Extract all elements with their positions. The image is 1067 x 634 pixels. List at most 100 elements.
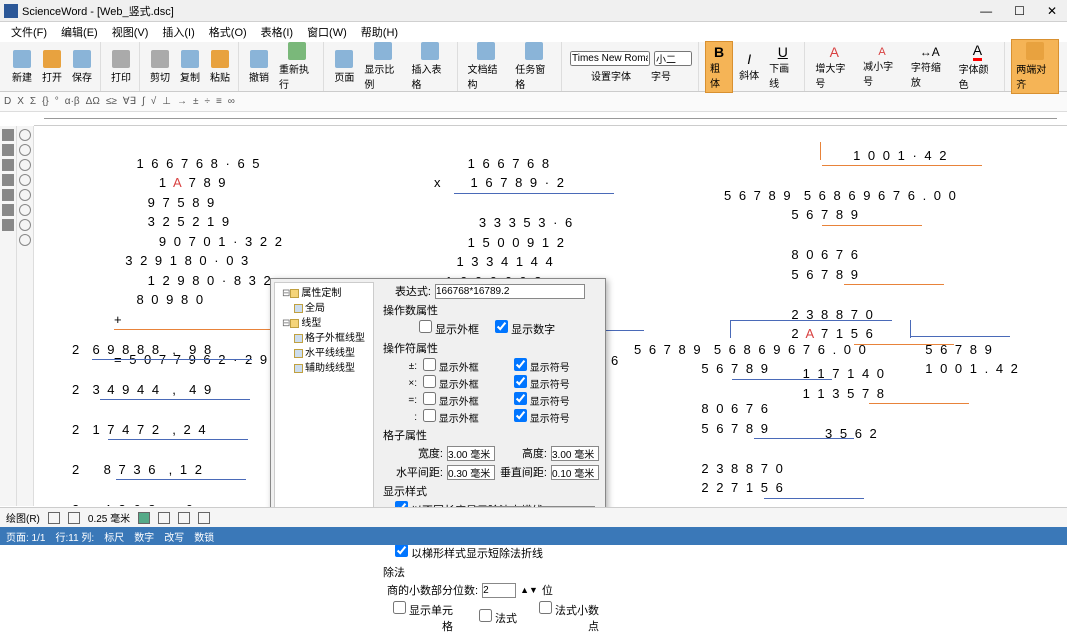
horizontal-ruler[interactable] [34,112,1067,126]
chk-eq-outer[interactable] [423,392,436,405]
italic-button[interactable]: I斜体 [735,49,763,84]
expr-input[interactable] [435,284,585,299]
sym-item[interactable]: D [4,96,11,107]
tool-x2[interactable] [2,204,14,216]
copy-button[interactable]: 复制 [176,48,204,86]
chk-mul-sym[interactable] [514,375,527,388]
tool-poly[interactable] [19,159,31,171]
close-button[interactable]: ✕ [1041,4,1063,18]
chk-col-sym[interactable] [514,409,527,422]
sym-item[interactable]: √ [151,96,157,107]
vspace-input[interactable] [551,465,599,480]
draw-tool[interactable] [138,512,150,524]
chk-eq-sym[interactable] [514,392,527,405]
ratio-button[interactable]: 显示比例 [360,40,405,93]
bigger-button[interactable]: A增大字号 [811,42,857,92]
chk-show-digits[interactable] [495,320,508,333]
menu-view[interactable]: 视图(V) [107,22,154,42]
sym-item[interactable]: ÷ [204,96,210,107]
tool-arc[interactable] [19,174,31,186]
taskpane-button[interactable]: 任务窗格 [511,40,557,93]
status-num[interactable]: 数字 [134,529,154,544]
pagesetup-button[interactable]: 页面 [330,48,358,86]
tree-global[interactable]: 全局 [278,301,370,316]
draw-tool[interactable] [198,512,210,524]
struct-button[interactable]: 文档结构 [464,40,510,93]
tool-ellipse[interactable] [19,144,31,156]
underline-button[interactable]: U下画线 [765,42,800,92]
cut-button[interactable]: 剪切 [146,48,174,86]
font-size-input[interactable] [654,51,692,66]
tool-rect[interactable] [2,144,14,156]
tree-horizontal-line[interactable]: 水平线线型 [278,346,370,361]
chk-show-cell[interactable] [393,601,406,614]
maximize-button[interactable]: ☐ [1008,4,1031,18]
charscale-button[interactable]: ↔A字符缩放 [907,43,953,91]
draw-tool[interactable] [178,512,190,524]
draw-menu[interactable]: 绘图(R) [6,510,40,525]
sym-item[interactable]: ∞ [228,96,235,107]
tool-angle[interactable] [19,204,31,216]
sym-item[interactable]: ≡ [216,96,222,107]
sym-item[interactable]: ≤≥ [106,96,117,107]
chk-col-outer[interactable] [423,409,436,422]
menu-window[interactable]: 窗口(W) [302,22,352,42]
tree-grid-outer-line[interactable]: 格子外框线型 [278,331,370,346]
print-button[interactable]: 打印 [107,48,135,86]
sym-item[interactable]: ∀∃ [123,96,136,107]
tree-linetype[interactable]: ⊟线型 [278,316,370,331]
height-input[interactable] [551,446,599,461]
chk-show-outer[interactable] [419,320,432,333]
status-ruler[interactable]: 标尺 [104,529,124,544]
save-button[interactable]: 保存 [68,48,96,86]
menu-insert[interactable]: 插入(I) [157,22,199,42]
font-family-input[interactable] [570,51,650,66]
tool-ch[interactable] [2,189,14,201]
status-ins[interactable]: 改写 [164,529,184,544]
menu-edit[interactable]: 编辑(E) [56,22,103,42]
color-button[interactable]: A字体颜色 [955,40,1001,93]
hspace-input[interactable] [447,465,495,480]
sym-item[interactable]: {} [42,96,49,107]
tool-x1[interactable] [2,219,14,231]
draw-tool[interactable] [68,512,80,524]
justify-button[interactable]: 两端对齐 [1011,39,1059,94]
tree-customize[interactable]: ⊟属性定制 [278,286,370,301]
status-lock[interactable]: 数锁 [194,529,214,544]
paste-button[interactable]: 粘贴 [206,48,234,86]
tool-line[interactable] [2,129,14,141]
tool-curve[interactable] [19,189,31,201]
minimize-button[interactable]: — [974,4,998,18]
tool-sq[interactable] [19,234,31,246]
draw-tool[interactable] [48,512,60,524]
menu-format[interactable]: 格式(O) [204,22,252,42]
menu-file[interactable]: 文件(F) [6,22,52,42]
sym-item[interactable]: → [177,96,187,107]
undo-button[interactable]: 撤销 [245,48,273,86]
tool-pen[interactable] [2,159,14,171]
insert-table-button[interactable]: 插入表格 [407,40,452,93]
sym-item[interactable]: Σ [30,96,36,107]
tool-shape[interactable] [19,219,31,231]
new-button[interactable]: 新建 [8,48,36,86]
dec-places-input[interactable] [482,583,516,598]
sym-item[interactable]: ± [193,96,199,107]
draw-tool[interactable] [158,512,170,524]
chk-pm-outer[interactable] [423,358,436,371]
tree-guide-line[interactable]: 辅助线线型 [278,361,370,376]
open-button[interactable]: 打开 [38,48,66,86]
chk-fashi-dec[interactable] [539,601,552,614]
tool-circle[interactable] [19,129,31,141]
sym-item[interactable]: ΔΩ [86,96,100,107]
chk-style3[interactable] [395,544,408,557]
chk-mul-outer[interactable] [423,375,436,388]
smaller-button[interactable]: A减小字号 [859,44,905,90]
sym-item[interactable]: ° [55,96,59,107]
chk-pm-sym[interactable] [514,358,527,371]
sym-item[interactable]: ∫ [142,96,145,107]
tool-text[interactable] [2,174,14,186]
sym-item[interactable]: α·β [65,96,80,107]
sym-item[interactable]: X [17,96,24,107]
width-input[interactable] [447,446,495,461]
menu-table[interactable]: 表格(I) [256,22,298,42]
